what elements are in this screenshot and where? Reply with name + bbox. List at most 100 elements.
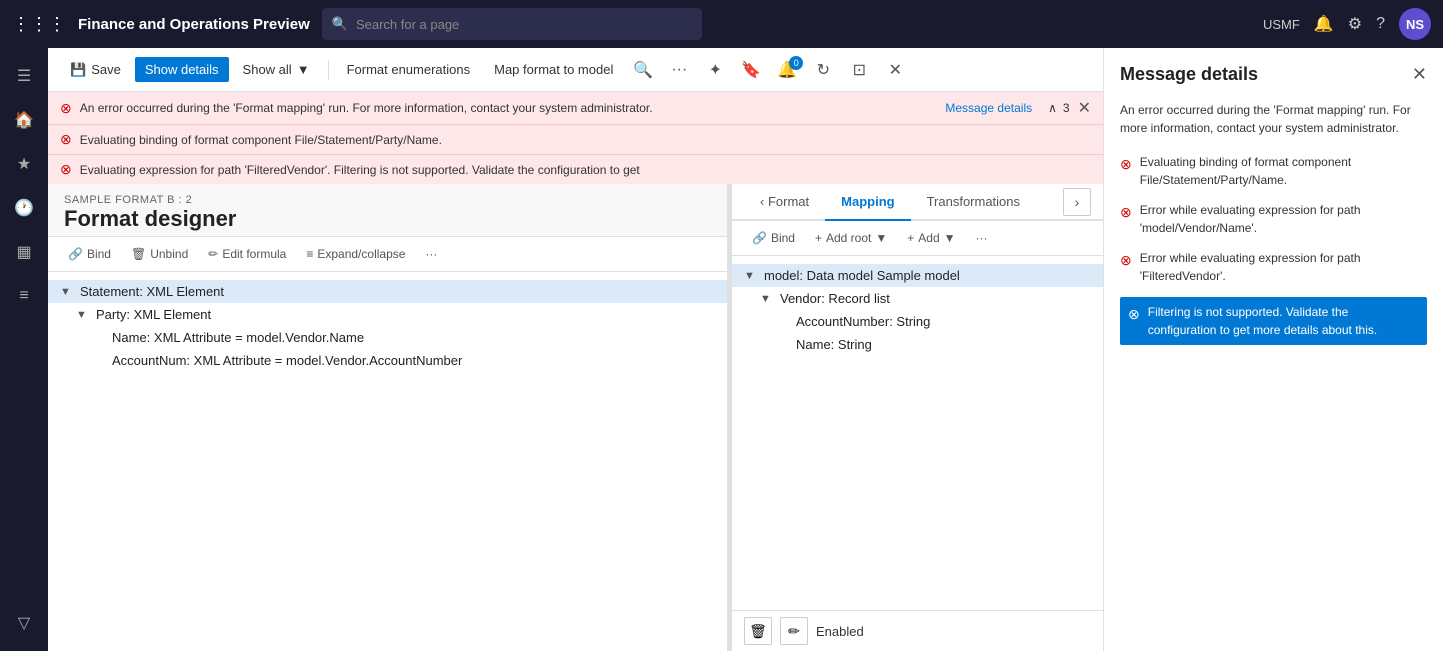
expand-collapse-label: Expand/collapse — [317, 247, 405, 261]
settings-icon[interactable]: ⚙ — [1348, 14, 1362, 34]
message-item-3: ⊗ Error while evaluating expression for … — [1120, 249, 1427, 285]
tab-next-btn[interactable]: › — [1063, 188, 1091, 216]
left-sidebar: ☰ 🏠 ★ 🕐 ▦ ≡ ▽ — [0, 48, 48, 651]
sidebar-item-workspaces[interactable]: ▦ — [4, 232, 44, 272]
mapping-tree-item-accountnumber[interactable]: ▶ AccountNumber: String — [732, 310, 1103, 333]
search-toolbar-icon[interactable]: 🔍 — [627, 54, 659, 86]
bookmark-icon[interactable]: 🔖 — [735, 54, 767, 86]
delete-button[interactable]: 🗑 — [744, 617, 772, 645]
panel-title: Format designer — [64, 206, 711, 232]
save-icon: 💾 — [70, 62, 86, 78]
tab-mapping[interactable]: Mapping — [825, 184, 910, 221]
message-details-link[interactable]: Message details — [945, 101, 1032, 115]
sidebar-item-modules[interactable]: ≡ — [4, 276, 44, 316]
map-format-label: Map format to model — [494, 62, 613, 77]
grid-icon[interactable]: ⋮⋮⋮ — [12, 14, 66, 35]
tab-transformations[interactable]: Transformations — [911, 184, 1036, 221]
open-new-icon[interactable]: ⊡ — [843, 54, 875, 86]
mapping-tree-item-vendor[interactable]: ▼ Vendor: Record list — [732, 287, 1103, 310]
tab-format[interactable]: ‹ Format — [744, 184, 825, 221]
error-circle-icon-2: ⊗ — [60, 131, 72, 148]
error-count-area: ∧ 3 — [1048, 101, 1069, 115]
close-toolbar-icon[interactable]: ✕ — [879, 54, 911, 86]
search-bar: 🔍 — [322, 8, 702, 40]
message-details-panel: Message details ✕ An error occurred duri… — [1103, 48, 1443, 651]
more-fmt-options[interactable]: ··· — [417, 243, 445, 265]
show-all-label: Show all — [243, 62, 292, 77]
error-close-1[interactable]: ✕ — [1078, 98, 1091, 118]
chevron-down-icon: ▼ — [297, 62, 310, 77]
add-icon: + — [815, 231, 822, 245]
add-chevron: ▼ — [944, 231, 956, 245]
panel-subtitle: SAMPLE FORMAT B : 2 — [64, 194, 711, 206]
save-button[interactable]: 💾 Save — [60, 57, 131, 83]
error-text-1: An error occurred during the 'Format map… — [80, 101, 938, 115]
error-nav-up[interactable]: ∧ — [1048, 101, 1057, 115]
mapping-tree-item-model[interactable]: ▼ model: Data model Sample model — [732, 264, 1103, 287]
refresh-icon[interactable]: ↻ — [807, 54, 839, 86]
sidebar-item-home-page[interactable]: 🏠 — [4, 100, 44, 140]
cross-reference-icon[interactable]: ✦ — [699, 54, 731, 86]
tree-label-statement: Statement: XML Element — [80, 284, 224, 299]
tree-label-accountnumber: AccountNumber: String — [796, 314, 930, 329]
error-banner-3: ⊗ Evaluating expression for path 'Filter… — [48, 155, 1103, 184]
unbind-button[interactable]: 🗑 Unbind — [123, 243, 196, 265]
help-icon[interactable]: ? — [1376, 15, 1385, 33]
error-banner-2: ⊗ Evaluating binding of format component… — [48, 125, 1103, 155]
more-options-icon[interactable]: ··· — [663, 54, 695, 86]
show-details-button[interactable]: Show details — [135, 57, 229, 82]
add-root-button[interactable]: + Add root ▼ — [807, 227, 895, 249]
sidebar-item-filter[interactable]: ▽ — [4, 603, 44, 643]
add-plus-icon: + — [907, 231, 914, 245]
save-label: Save — [91, 62, 121, 77]
msg-text-2: Error while evaluating expression for pa… — [1140, 201, 1427, 237]
edit-formula-button[interactable]: ✏ Edit formula — [200, 243, 294, 265]
error-text-3: Evaluating expression for path 'Filtered… — [80, 163, 1091, 177]
show-all-button[interactable]: Show all ▼ — [233, 57, 320, 82]
mapping-bind-button[interactable]: 🔗 Bind — [744, 227, 803, 249]
msg-text-1: Evaluating binding of format component F… — [1140, 153, 1427, 189]
edit-button[interactable]: ✏ — [780, 617, 808, 645]
bind-button[interactable]: 🔗 Bind — [60, 243, 119, 265]
tree-item-statement[interactable]: ▼ Statement: XML Element — [48, 280, 727, 303]
tree-toggle-model[interactable]: ▼ — [744, 270, 760, 282]
tab-format-prev-icon: ‹ — [760, 194, 764, 209]
add-root-label: Add root — [826, 231, 871, 245]
search-input[interactable] — [356, 17, 692, 32]
tree-label-model: model: Data model Sample model — [764, 268, 960, 283]
expand-collapse-button[interactable]: ≡ Expand/collapse — [298, 243, 413, 265]
toolbar-separator — [328, 60, 329, 80]
map-format-button[interactable]: Map format to model — [484, 57, 623, 82]
tab-nav: › — [1063, 188, 1091, 216]
top-nav-right: USMF 🔔 ⚙ ? NS — [1263, 8, 1431, 40]
sidebar-item-recent[interactable]: 🕐 — [4, 188, 44, 228]
format-enumerations-label: Format enumerations — [347, 62, 471, 77]
sidebar-item-home[interactable]: ☰ — [4, 56, 44, 96]
tree-item-name[interactable]: ▶ Name: XML Attribute = model.Vendor.Nam… — [48, 326, 727, 349]
tree-item-party[interactable]: ▼ Party: XML Element — [48, 303, 727, 326]
badge-icon[interactable]: 🔔0 — [771, 54, 803, 86]
tree-toggle-vendor[interactable]: ▼ — [760, 293, 776, 305]
tree-label-name: Name: XML Attribute = model.Vendor.Name — [112, 330, 364, 345]
more-mapping-options[interactable]: ··· — [968, 227, 996, 249]
bind-label: Bind — [87, 247, 111, 261]
add-button[interactable]: + Add ▼ — [899, 227, 963, 249]
tree-item-accountnum[interactable]: ▶ AccountNum: XML Attribute = model.Vend… — [48, 349, 727, 372]
tree-toggle-statement[interactable]: ▼ — [60, 286, 76, 298]
content-area: 💾 Save Show details Show all ▼ Format en… — [48, 48, 1103, 651]
message-panel-header: Message details ✕ — [1120, 64, 1427, 85]
message-panel-close[interactable]: ✕ — [1412, 64, 1427, 85]
msg-error-icon-1: ⊗ — [1120, 154, 1132, 175]
search-icon: 🔍 — [332, 16, 348, 32]
tree-toggle-party[interactable]: ▼ — [76, 309, 92, 321]
bell-icon[interactable]: 🔔 — [1314, 14, 1334, 34]
add-label: Add — [918, 231, 939, 245]
unbind-icon: 🗑 — [131, 247, 146, 261]
tab-format-label: Format — [768, 194, 809, 209]
mapping-tree-item-namestring[interactable]: ▶ Name: String — [732, 333, 1103, 356]
format-enumerations-button[interactable]: Format enumerations — [337, 57, 481, 82]
message-item-4: ⊗ Filtering is not supported. Validate t… — [1120, 297, 1427, 345]
avatar[interactable]: NS — [1399, 8, 1431, 40]
sidebar-item-favorites[interactable]: ★ — [4, 144, 44, 184]
bottom-bar: 🗑 ✏ Enabled — [732, 610, 1103, 651]
